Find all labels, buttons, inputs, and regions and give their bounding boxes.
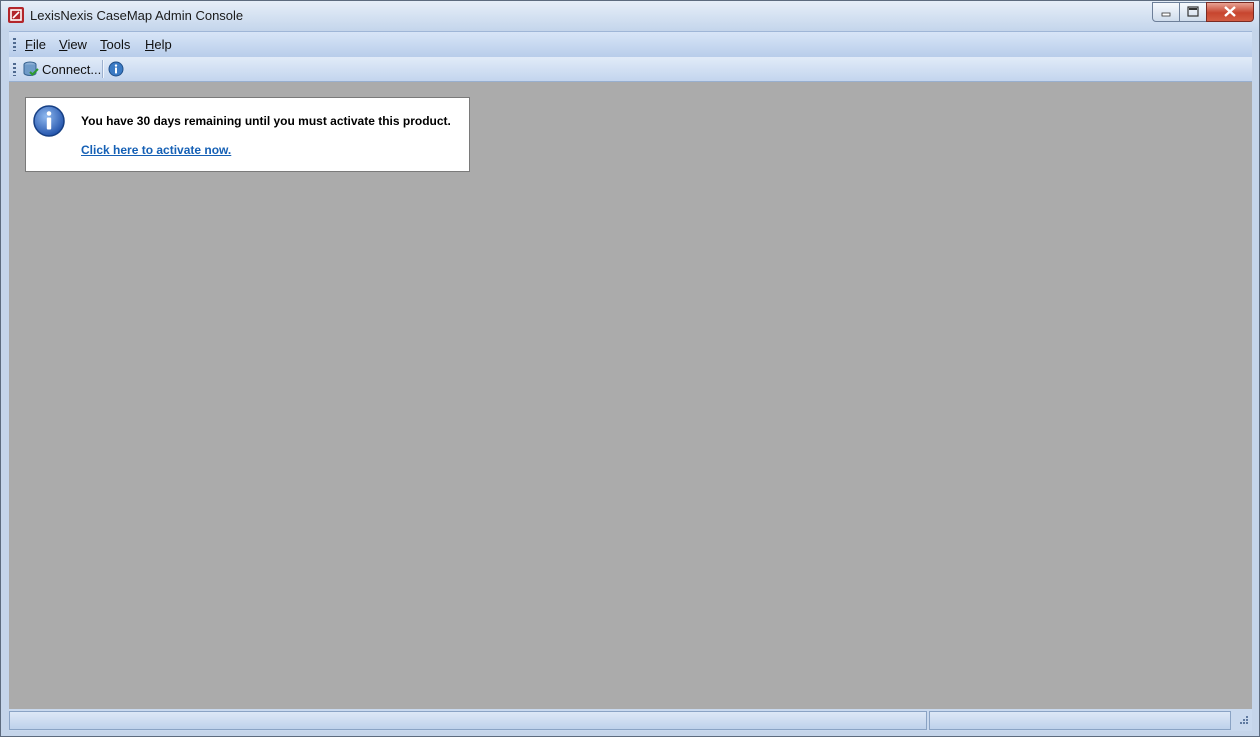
status-bar [9, 709, 1252, 731]
menu-tools-label: ools [106, 37, 131, 52]
menu-grip[interactable] [13, 38, 16, 51]
close-button[interactable] [1206, 2, 1254, 22]
activation-notice: You have 30 days remaining until you mus… [25, 97, 470, 172]
activation-message: You have 30 days remaining until you mus… [81, 114, 451, 128]
toolbar-grip[interactable] [13, 63, 16, 76]
window-title: LexisNexis CaseMap Admin Console [30, 8, 244, 23]
database-connect-icon [23, 61, 39, 77]
menu-file[interactable]: File [25, 37, 46, 52]
connect-label: Connect... [42, 62, 102, 77]
resize-grip-icon[interactable] [1237, 715, 1249, 727]
minimize-button[interactable] [1152, 2, 1180, 22]
toolbar-separator [102, 60, 104, 78]
maximize-button[interactable] [1179, 2, 1207, 22]
status-panel-secondary [929, 711, 1231, 730]
app-window: LexisNexis CaseMap Admin Console File Vi… [0, 0, 1260, 737]
activate-link[interactable]: Click here to activate now. [81, 143, 231, 157]
toolbar: Connect... [9, 57, 1252, 82]
menu-help[interactable]: Help [145, 37, 172, 52]
menu-view[interactable]: View [59, 37, 87, 52]
menu-bar: File View Tools Help [9, 31, 1252, 57]
menu-file-label: ile [32, 37, 46, 52]
menu-view-label: iew [67, 37, 87, 52]
info-icon[interactable] [108, 61, 124, 77]
main-content-area: You have 30 days remaining until you mus… [9, 82, 1252, 709]
connect-button[interactable]: Connect... [22, 59, 102, 79]
menu-help-label: elp [154, 37, 172, 52]
info-icon [33, 105, 65, 137]
app-logo-icon[interactable] [8, 7, 24, 23]
menu-tools[interactable]: Tools [100, 37, 130, 52]
status-panel-main [9, 711, 927, 730]
title-bar[interactable]: LexisNexis CaseMap Admin Console [1, 1, 1259, 30]
